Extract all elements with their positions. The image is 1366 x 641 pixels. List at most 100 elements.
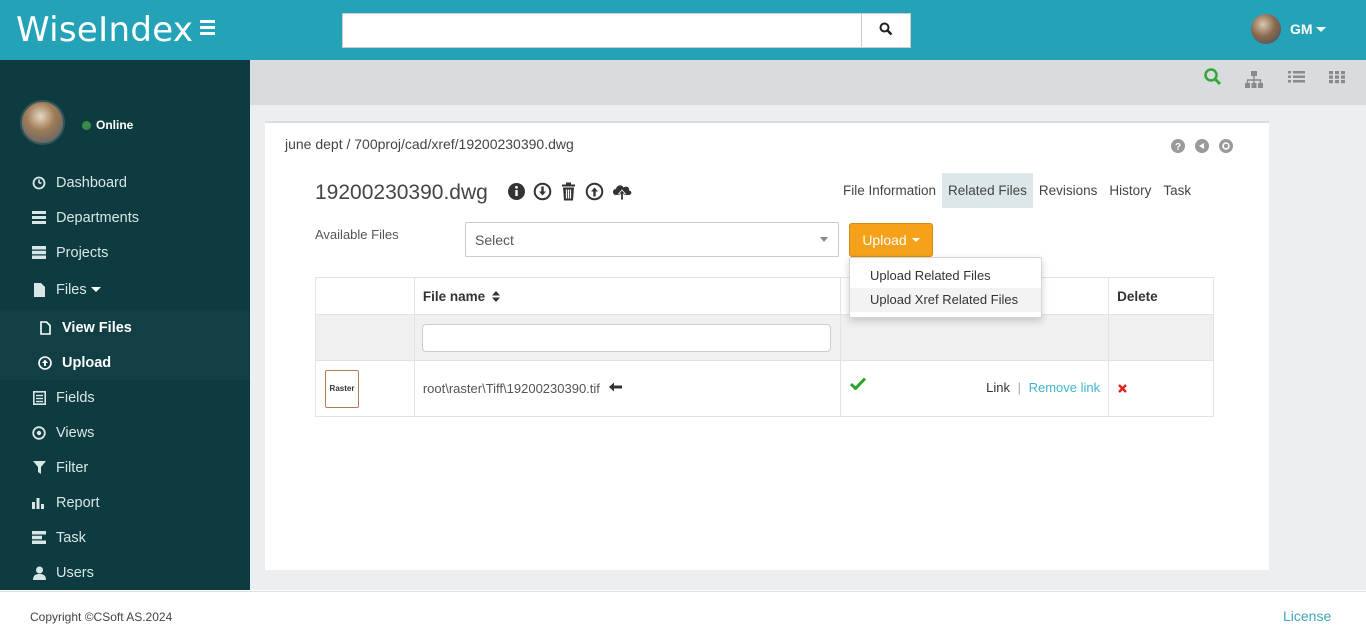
link-button[interactable]: Link	[986, 380, 1010, 395]
sidebar-item-label: Projects	[56, 244, 109, 261]
online-status-dot	[82, 121, 91, 130]
search-icon[interactable]	[1203, 68, 1223, 86]
delete-x-icon[interactable]	[1118, 384, 1127, 393]
filter-cell	[839, 314, 1110, 361]
remove-link-button[interactable]: Remove link	[1029, 380, 1101, 395]
top-bar: WiseIndex GM	[0, 0, 1366, 60]
column-header-delete: Delete	[1108, 277, 1214, 315]
file-actions	[507, 182, 633, 201]
file-tabs: File Information Related Files Revisions…	[837, 173, 1197, 208]
sidebar-item-view-files[interactable]: View Files	[0, 310, 250, 345]
search-button[interactable]	[861, 14, 910, 47]
footer: Copyright ©CSoft AS.2024 License	[0, 591, 1366, 641]
sidebar-item-report[interactable]: Report	[0, 485, 250, 520]
file-panel: june dept / 700proj/cad/xref/19200230390…	[265, 121, 1269, 570]
column-header-label: File name	[422, 288, 486, 304]
sidebar-item-label: Fields	[56, 389, 95, 406]
file-outline-icon	[38, 320, 52, 335]
sitemap-icon[interactable]	[1244, 71, 1264, 89]
file-icon	[32, 282, 46, 297]
filter-icon	[32, 460, 46, 475]
list-view-icon[interactable]	[1287, 68, 1307, 86]
thumb-label: Raster	[329, 384, 355, 393]
brand-logo[interactable]: WiseIndex	[16, 10, 193, 50]
file-title: 19200230390.dwg	[315, 181, 488, 204]
sidebar-item-label: Task	[56, 529, 86, 546]
tab-history[interactable]: History	[1103, 173, 1157, 208]
close-icon[interactable]	[1219, 139, 1233, 153]
sidebar-item-users[interactable]: Users	[0, 555, 250, 590]
sort-icon[interactable]	[491, 290, 500, 302]
collapse-icon[interactable]	[1195, 139, 1209, 153]
eye-circle-icon	[32, 425, 46, 440]
table-row: Raster root\raster\Tiff\19200230390.tif …	[315, 360, 1214, 417]
related-files-table: File name Delete Raster root\raster\Tiff…	[315, 277, 1214, 417]
upload-icon[interactable]	[585, 182, 604, 201]
license-link[interactable]: License	[1283, 608, 1331, 624]
search-bar	[342, 13, 911, 48]
link-cell: Link | Remove link	[839, 360, 1110, 417]
arrow-left-icon[interactable]	[608, 382, 622, 392]
filter-cell	[315, 314, 415, 361]
menu-item-upload-related-files[interactable]: Upload Related Files	[850, 264, 1041, 288]
search-input[interactable]	[343, 14, 861, 47]
tab-file-information[interactable]: File Information	[837, 173, 942, 208]
cloud-upload-icon[interactable]	[611, 182, 633, 201]
sidebar-item-dashboard[interactable]: Dashboard	[0, 165, 250, 200]
bar-chart-icon	[32, 496, 46, 510]
view-toolbar	[250, 60, 1366, 105]
thumb-cell: Raster	[315, 360, 415, 417]
sidebar-item-projects[interactable]: Projects	[0, 235, 250, 270]
upload-button[interactable]: Upload	[849, 223, 933, 257]
chevron-down-icon	[911, 238, 920, 242]
available-files-label: Available Files	[315, 227, 399, 242]
grid-view-icon[interactable]	[1327, 68, 1347, 86]
filter-cell	[1108, 314, 1214, 361]
select-placeholder: Select	[475, 232, 514, 248]
fields-icon	[32, 390, 46, 405]
column-header-thumb	[315, 277, 415, 315]
avatar	[1251, 14, 1281, 44]
upload-button-label: Upload	[862, 232, 907, 248]
sidebar-item-filter[interactable]: Filter	[0, 450, 250, 485]
tab-task[interactable]: Task	[1157, 173, 1197, 208]
online-status-label: Online	[96, 118, 134, 132]
menu-item-upload-xref-related-files[interactable]: Upload Xref Related Files	[850, 288, 1041, 312]
sidebar-item-fields[interactable]: Fields	[0, 380, 250, 415]
raster-file-thumbnail[interactable]: Raster	[325, 369, 359, 408]
info-icon[interactable]	[507, 182, 526, 201]
sidebar-item-upload[interactable]: Upload	[0, 345, 250, 380]
upload-circle-icon	[38, 355, 52, 370]
sidebar-item-views[interactable]: Views	[0, 415, 250, 450]
sidebar-item-label: Departments	[56, 209, 140, 226]
sidebar: Online Dashboard Departments Projects Fi…	[0, 60, 250, 590]
sidebar-item-files[interactable]: Files	[0, 272, 250, 307]
tasks-icon	[32, 531, 46, 545]
sidebar-item-label: Users	[56, 564, 94, 581]
dashboard-icon	[32, 176, 46, 190]
help-icon[interactable]: ?	[1171, 139, 1185, 153]
panel-controls: ?	[1171, 139, 1233, 153]
available-files-select[interactable]: Select	[465, 222, 839, 257]
check-icon	[849, 377, 866, 390]
column-header-filename[interactable]: File name	[413, 277, 841, 315]
chevron-down-icon	[90, 287, 101, 292]
download-icon[interactable]	[533, 182, 552, 201]
user-menu[interactable]: GM	[1251, 14, 1326, 44]
filename-filter-input[interactable]	[421, 323, 831, 352]
chevron-down-icon	[820, 237, 828, 242]
hamburger-menu-icon[interactable]	[200, 20, 215, 36]
chevron-down-icon	[1315, 26, 1326, 32]
trash-icon[interactable]	[559, 182, 578, 201]
tab-revisions[interactable]: Revisions	[1033, 173, 1104, 208]
filter-cell	[413, 314, 841, 361]
user-initials: GM	[1290, 21, 1313, 37]
server-icon	[32, 246, 46, 260]
table-header-row: File name Delete	[315, 277, 1214, 315]
user-icon	[32, 566, 46, 580]
upload-dropdown-menu: Upload Related Files Upload Xref Related…	[849, 257, 1042, 318]
sidebar-item-task[interactable]: Task	[0, 520, 250, 555]
tab-related-files[interactable]: Related Files	[942, 173, 1033, 208]
list-icon	[32, 211, 46, 225]
sidebar-item-departments[interactable]: Departments	[0, 200, 250, 235]
